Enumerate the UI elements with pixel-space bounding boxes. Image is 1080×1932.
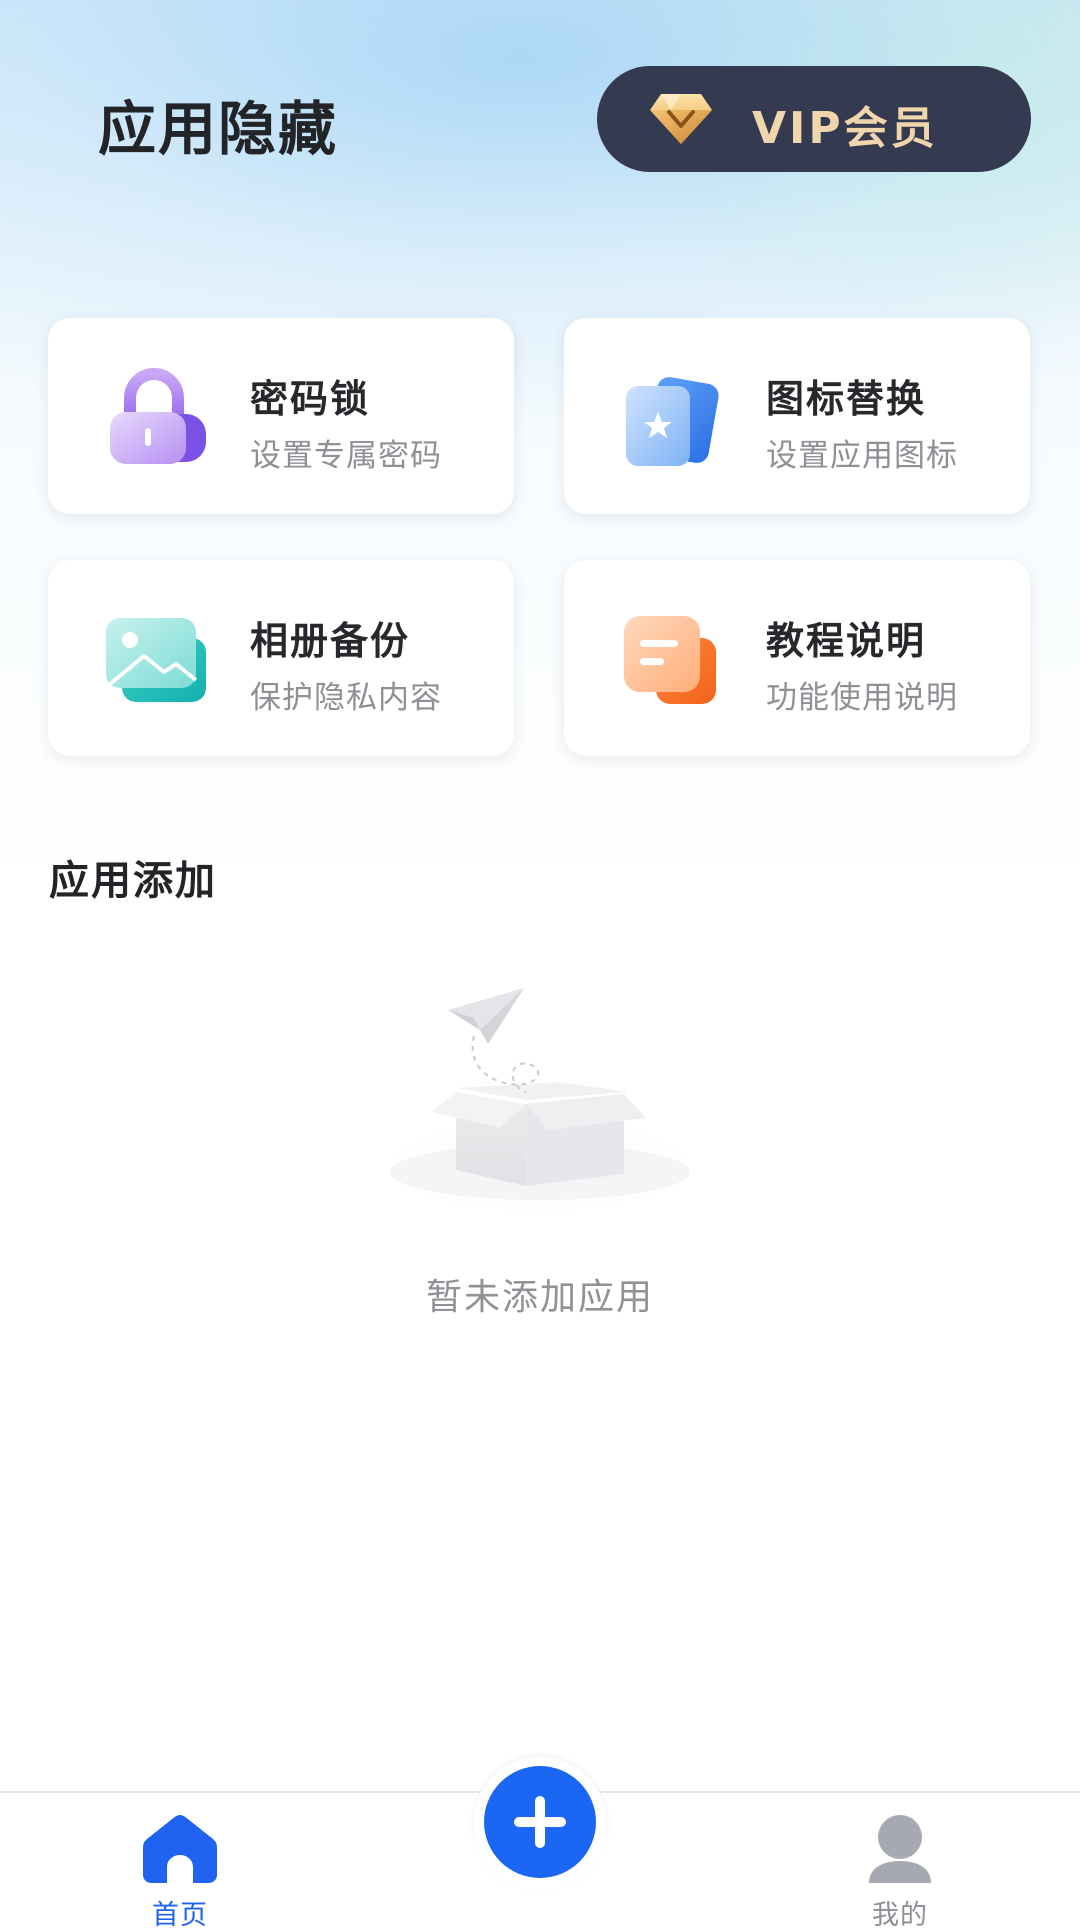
feature-subtitle: 设置专属密码 <box>250 438 442 474</box>
feature-card-icon-replace[interactable]: 图标替换 设置应用图标 <box>564 318 1030 514</box>
feature-subtitle: 设置应用图标 <box>766 438 958 474</box>
user-icon <box>869 1815 931 1883</box>
page-title: 应用隐藏 <box>98 95 339 163</box>
feature-subtitle: 功能使用说明 <box>766 680 958 716</box>
vip-membership-button[interactable]: VIP会员 <box>597 66 1031 172</box>
cards-icon <box>626 377 719 466</box>
add-app-button[interactable] <box>484 1766 596 1878</box>
feature-card-password-lock[interactable]: 密码锁 设置专属密码 <box>48 318 514 514</box>
tab-mine[interactable]: 我的 <box>800 1793 1000 1931</box>
home-icon <box>143 1815 217 1883</box>
empty-box-icon <box>370 988 710 1220</box>
section-title: 应用添加 <box>49 858 217 904</box>
plus-icon <box>514 1796 566 1848</box>
feature-title: 相册备份 <box>250 619 411 663</box>
tab-mine-label: 我的 <box>872 1900 928 1931</box>
feature-card-tutorial[interactable]: 教程说明 功能使用说明 <box>564 560 1030 756</box>
feature-title: 图标替换 <box>766 377 927 421</box>
empty-state-text: 暂未添加应用 <box>425 1277 654 1318</box>
feature-title: 教程说明 <box>766 619 927 663</box>
document-icon <box>624 616 716 704</box>
lock-icon <box>110 368 206 464</box>
header: 应用隐藏 VIP会员 <box>0 0 1080 220</box>
image-icon <box>106 618 206 702</box>
diamond-icon <box>650 94 712 144</box>
feature-title: 密码锁 <box>250 377 371 421</box>
feature-card-album-backup[interactable]: 相册备份 保护隐私内容 <box>48 560 514 756</box>
vip-label: VIP会员 <box>752 103 938 154</box>
feature-subtitle: 保护隐私内容 <box>250 680 442 716</box>
tab-home-label: 首页 <box>152 1900 208 1931</box>
tab-home[interactable]: 首页 <box>80 1793 280 1931</box>
